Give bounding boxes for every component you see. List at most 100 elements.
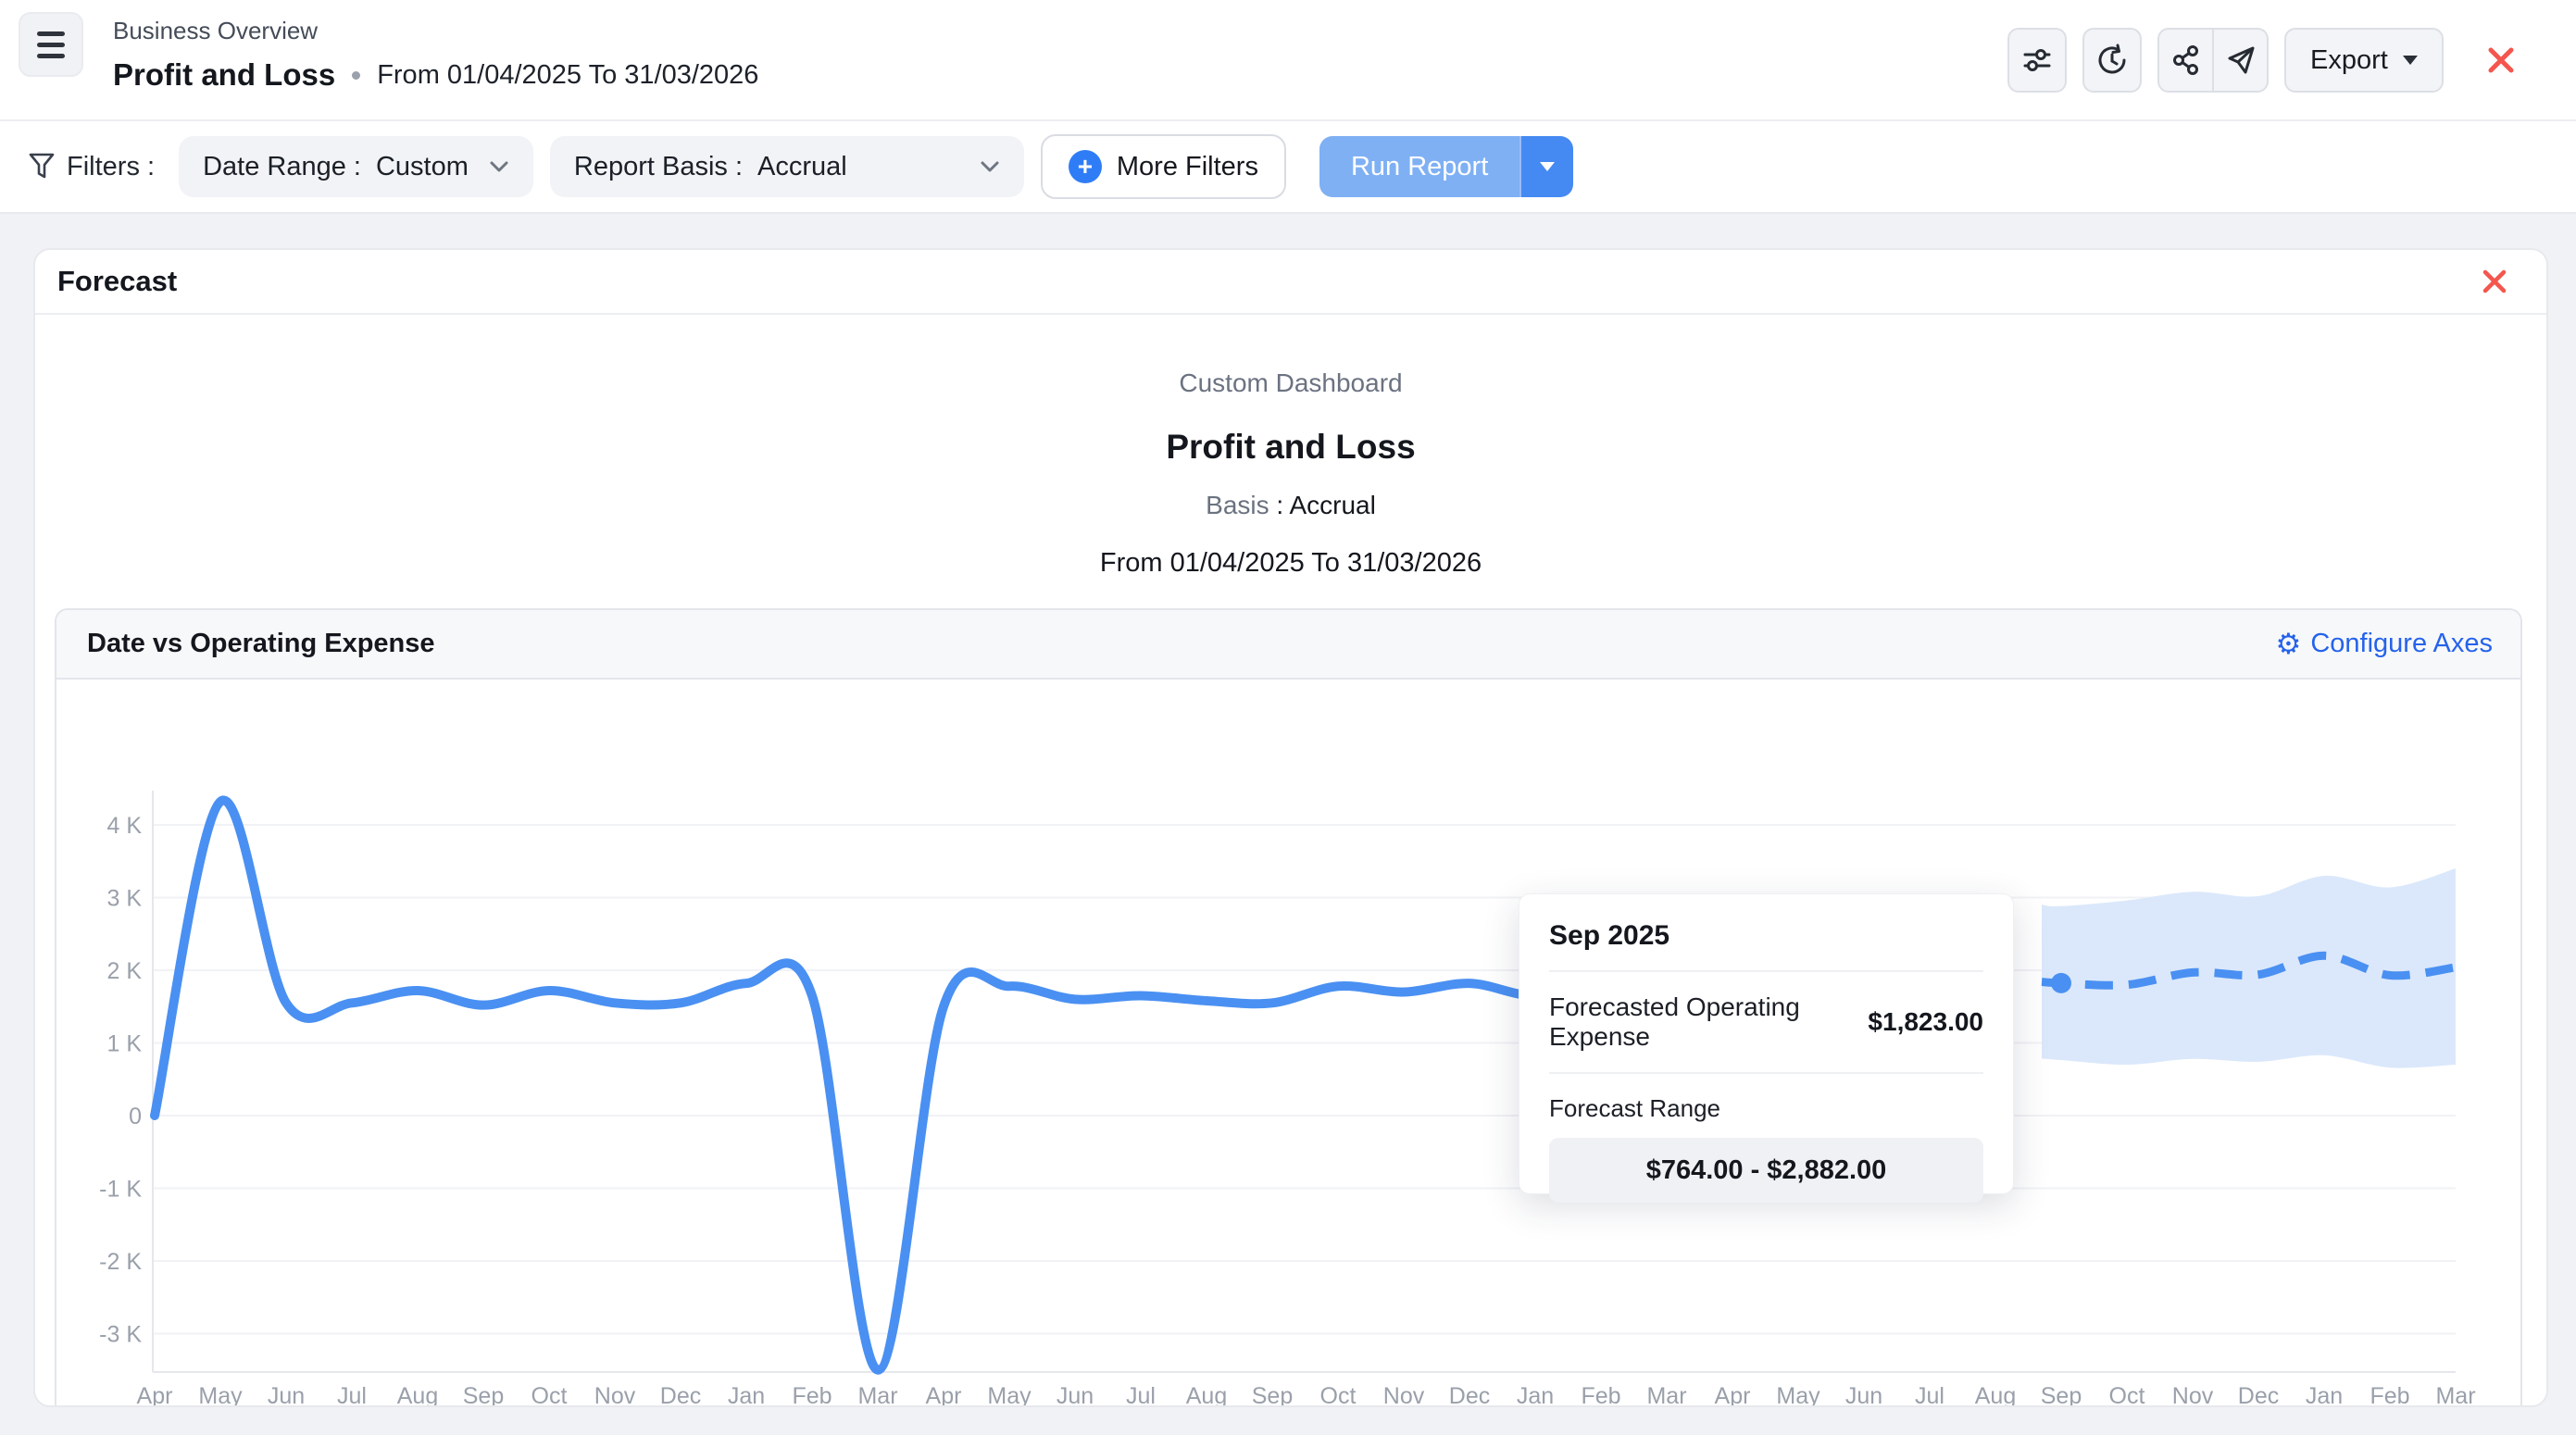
chart-card-header: Date vs Operating Expense ⚙ Configure Ax… xyxy=(56,610,2520,680)
svg-text:4 K: 4 K xyxy=(106,813,142,839)
export-button[interactable]: Export xyxy=(2284,28,2444,93)
svg-text:Jun: Jun xyxy=(1057,1383,1094,1407)
filters-bar: Filters : Date Range : Custom Report Bas… xyxy=(0,121,2576,214)
svg-text:Oct: Oct xyxy=(1320,1383,1357,1407)
more-filters-label: More Filters xyxy=(1117,152,1258,182)
basis-value: Accrual xyxy=(1289,491,1375,519)
refresh-history-button[interactable] xyxy=(2082,28,2142,93)
tooltip-metric-label: Forecasted Operating Expense xyxy=(1549,992,1845,1052)
svg-text:Jun: Jun xyxy=(268,1383,305,1407)
forecast-panel-header: Forecast xyxy=(35,250,2546,315)
chevron-down-icon xyxy=(980,160,1000,173)
operating-expense-chart: 4 K3 K2 K1 K0-1 K-2 K-3 KApr2023May2023J… xyxy=(56,680,2520,1407)
svg-text:May: May xyxy=(987,1383,1032,1407)
date-range-label: Date Range : xyxy=(203,152,361,182)
plus-circle-icon: + xyxy=(1069,150,1102,183)
svg-text:Feb: Feb xyxy=(2370,1383,2409,1407)
chevron-down-icon xyxy=(489,160,509,173)
chart-title: Date vs Operating Expense xyxy=(87,629,435,659)
svg-text:Jan: Jan xyxy=(1517,1383,1554,1407)
svg-text:Jul: Jul xyxy=(1915,1383,1945,1407)
close-report-button[interactable] xyxy=(2482,42,2520,79)
svg-text:-3 K: -3 K xyxy=(99,1322,142,1348)
refresh-history-icon xyxy=(2095,44,2129,77)
svg-text:Apr: Apr xyxy=(137,1383,173,1407)
report-basis-label: Report Basis : xyxy=(574,152,743,182)
report-title: Profit and Loss xyxy=(35,428,2546,467)
report-heading-block: Custom Dashboard Profit and Loss Basis :… xyxy=(35,315,2546,579)
svg-text:Dec: Dec xyxy=(2238,1383,2279,1407)
svg-text:Apr: Apr xyxy=(926,1383,962,1407)
run-report-button[interactable]: Run Report xyxy=(1319,136,1519,197)
date-range-dropdown[interactable]: Date Range : Custom xyxy=(179,136,533,197)
close-icon xyxy=(2485,44,2517,76)
svg-text:Feb: Feb xyxy=(792,1383,832,1407)
svg-text:Aug: Aug xyxy=(1186,1383,1227,1407)
close-forecast-button[interactable] xyxy=(2476,263,2513,300)
top-bar: Business Overview Profit and Loss From 0… xyxy=(0,0,2576,121)
more-filters-button[interactable]: + More Filters xyxy=(1041,134,1286,199)
hamburger-menu-button[interactable] xyxy=(19,12,83,77)
customize-report-button[interactable] xyxy=(2007,28,2067,93)
run-report-split-button: Run Report xyxy=(1319,136,1573,197)
tooltip-metric-value: $1,823.00 xyxy=(1868,1007,1983,1037)
filters-label: Filters : xyxy=(28,152,155,182)
funnel-icon xyxy=(28,152,56,181)
svg-text:Mar: Mar xyxy=(2435,1383,2475,1407)
svg-text:Feb: Feb xyxy=(1581,1383,1620,1407)
svg-text:Jul: Jul xyxy=(1126,1383,1156,1407)
svg-text:Jun: Jun xyxy=(1845,1383,1882,1407)
send-button[interactable] xyxy=(2212,30,2267,91)
top-actions: Export xyxy=(2007,28,2520,93)
dot-separator-icon xyxy=(352,71,360,80)
run-report-dropdown[interactable] xyxy=(1519,136,1573,197)
chevron-down-icon xyxy=(1540,162,1555,171)
share-button[interactable] xyxy=(2159,30,2212,91)
svg-text:Sep: Sep xyxy=(463,1383,504,1407)
date-range-value: Custom xyxy=(376,152,469,182)
tooltip-month: Sep 2025 xyxy=(1549,920,1983,972)
sliders-icon xyxy=(2021,44,2053,76)
svg-text:Mar: Mar xyxy=(1646,1383,1686,1407)
svg-text:Jan: Jan xyxy=(728,1383,765,1407)
svg-text:Jul: Jul xyxy=(337,1383,367,1407)
configure-axes-link[interactable]: ⚙ Configure Axes xyxy=(2276,629,2493,659)
svg-text:Mar: Mar xyxy=(857,1383,897,1407)
svg-text:0: 0 xyxy=(129,1104,142,1129)
dashboard-subtitle: Custom Dashboard xyxy=(35,368,2546,398)
title-date-range: From 01/04/2025 To 31/03/2026 xyxy=(377,60,758,91)
svg-text:Aug: Aug xyxy=(1975,1383,2016,1407)
chevron-down-icon xyxy=(2403,56,2418,65)
svg-text:-2 K: -2 K xyxy=(99,1249,142,1275)
report-basis-line: Basis : Accrual xyxy=(35,491,2546,520)
svg-text:Oct: Oct xyxy=(2109,1383,2145,1407)
configure-axes-label: Configure Axes xyxy=(2310,629,2493,659)
svg-text:May: May xyxy=(198,1383,243,1407)
svg-text:Nov: Nov xyxy=(2172,1383,2214,1407)
svg-text:Dec: Dec xyxy=(1449,1383,1490,1407)
send-icon xyxy=(2225,44,2257,76)
tooltip-range-label: Forecast Range xyxy=(1549,1094,1983,1123)
svg-text:Aug: Aug xyxy=(397,1383,438,1407)
report-period: From 01/04/2025 To 31/03/2026 xyxy=(35,548,2546,579)
page-background: Forecast Custom Dashboard Profit and Los… xyxy=(0,214,2576,1435)
svg-text:Jan: Jan xyxy=(2306,1383,2343,1407)
svg-text:Nov: Nov xyxy=(1383,1383,1425,1407)
breadcrumb: Business Overview xyxy=(113,17,318,45)
hamburger-icon xyxy=(37,31,65,36)
business-overview-page: Business Overview Profit and Loss From 0… xyxy=(0,0,2576,1435)
report-basis-dropdown[interactable]: Report Basis : Accrual xyxy=(550,136,1024,197)
chart-card: Date vs Operating Expense ⚙ Configure Ax… xyxy=(55,608,2522,1407)
export-label: Export xyxy=(2310,45,2388,76)
tooltip-range-value: $764.00 - $2,882.00 xyxy=(1549,1138,1983,1203)
tooltip-metric-row: Forecasted Operating Expense $1,823.00 xyxy=(1549,972,1983,1074)
svg-text:May: May xyxy=(1776,1383,1820,1407)
svg-text:3 K: 3 K xyxy=(106,886,142,912)
title-row: Profit and Loss From 01/04/2025 To 31/03… xyxy=(113,57,758,93)
svg-text:Apr: Apr xyxy=(1715,1383,1751,1407)
chart-tooltip: Sep 2025 Forecasted Operating Expense $1… xyxy=(1519,893,2014,1194)
svg-text:Sep: Sep xyxy=(1252,1383,1293,1407)
share-send-group xyxy=(2157,28,2269,93)
forecast-panel: Forecast Custom Dashboard Profit and Los… xyxy=(33,248,2548,1407)
svg-text:Sep: Sep xyxy=(2041,1383,2082,1407)
